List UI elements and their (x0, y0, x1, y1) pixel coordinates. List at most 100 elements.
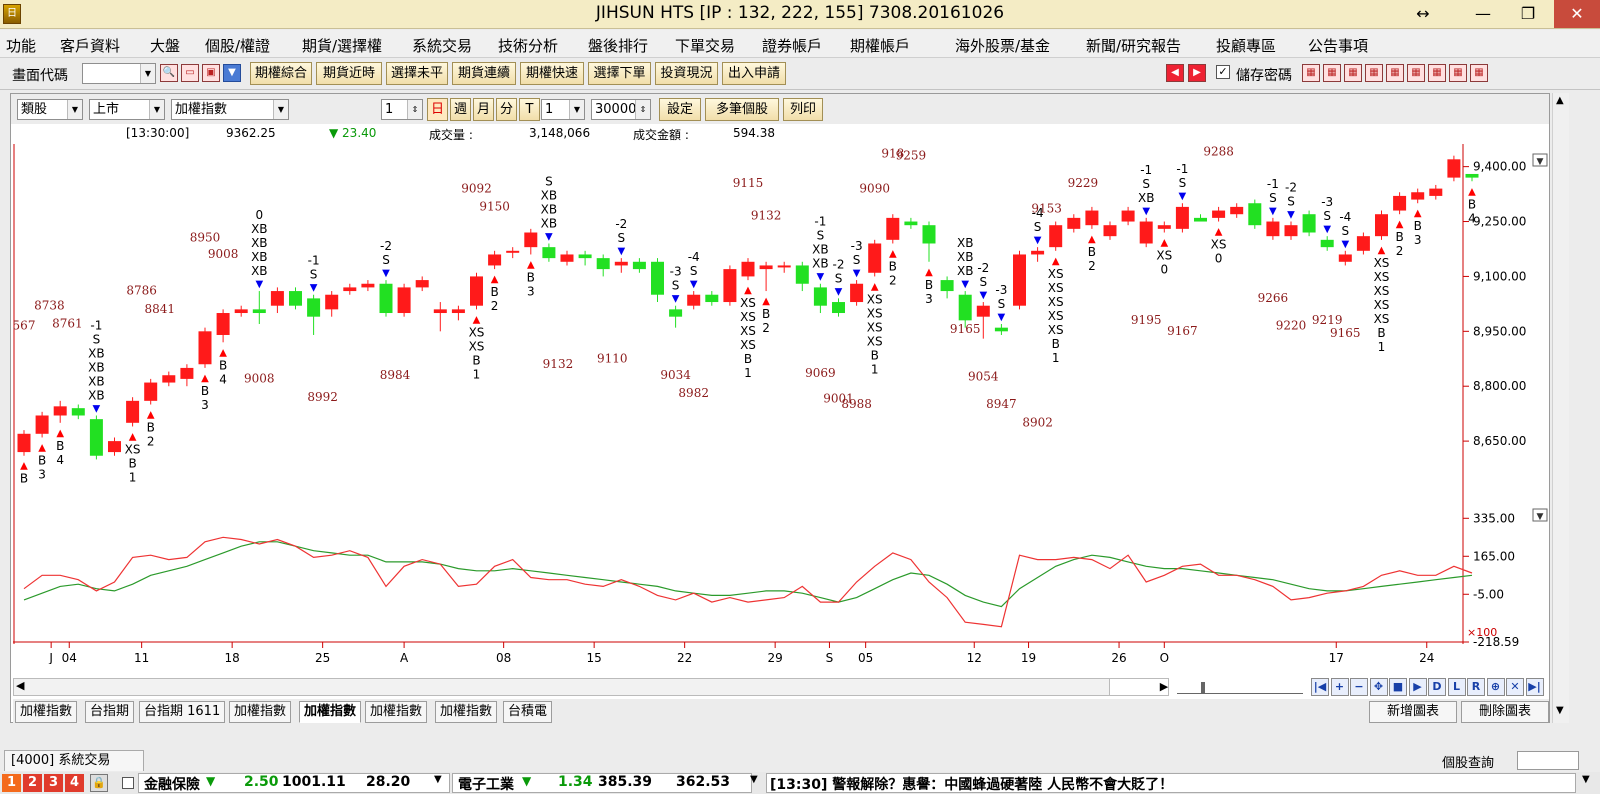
market-select[interactable]: 上市 ▼ (89, 99, 165, 120)
close-button[interactable]: ✕ (1554, 0, 1600, 28)
period-count-stepper[interactable]: 1 ⇕ (381, 99, 423, 120)
dropdown-icon[interactable]: ▼ (223, 64, 241, 82)
print-button[interactable]: 列印 (783, 98, 823, 121)
period-button-1[interactable]: 週 (450, 98, 471, 121)
menu-item-13[interactable]: 投顧專區 (1216, 35, 1276, 56)
nav-button-10[interactable]: ✕ (1506, 678, 1524, 696)
horizontal-scrollbar[interactable]: ◀ (13, 678, 1167, 696)
menu-item-5[interactable]: 系統交易 (412, 35, 472, 56)
toolbar-button-0[interactable]: 期權綜合 (250, 62, 312, 85)
tool-icon-0[interactable]: ▦ (1302, 64, 1320, 82)
tool-icon-6[interactable]: ▦ (1428, 64, 1446, 82)
ticker-page-2[interactable]: 2 (23, 774, 42, 792)
toolbar-button-5[interactable]: 選擇下單 (588, 62, 651, 85)
toolbar-button-1[interactable]: 期貨近時 (316, 62, 382, 85)
chevron-down-icon[interactable]: ▼ (434, 774, 442, 785)
period-button-2[interactable]: 月 (473, 98, 494, 121)
chart-tab-7[interactable]: 台積電 (503, 701, 553, 723)
menu-item-0[interactable]: 功能 (6, 35, 36, 56)
nav-button-7[interactable]: L (1447, 678, 1466, 696)
minimize-button[interactable]: — (1460, 0, 1506, 28)
menu-item-2[interactable]: 大盤 (150, 35, 180, 56)
status-tab[interactable]: [4000] 系統交易 (4, 750, 144, 771)
tool-icon-1[interactable]: ▦ (1323, 64, 1341, 82)
scroll-right-icon[interactable]: ▶ (1157, 678, 1171, 696)
ticker-page-4[interactable]: 4 (65, 774, 84, 792)
chart-tab-1[interactable]: 台指期 (85, 701, 135, 723)
restore-arrow-icon[interactable]: ↔ (1400, 0, 1446, 28)
chart-tab-3[interactable]: 加權指數 (229, 701, 292, 723)
lock-icon[interactable]: 🔒 (90, 774, 108, 792)
menu-item-4[interactable]: 期貨/選擇權 (302, 35, 382, 56)
tool-icon-4[interactable]: ▦ (1386, 64, 1404, 82)
menu-item-9[interactable]: 證券帳戶 (762, 35, 822, 56)
menu-item-6[interactable]: 技術分析 (498, 35, 558, 56)
chevron-down-icon[interactable]: ▼ (1582, 774, 1590, 785)
tool-icon-8[interactable]: ▦ (1470, 64, 1488, 82)
menu-item-7[interactable]: 盤後排行 (588, 35, 648, 56)
chevron-down-icon[interactable]: ▼ (750, 774, 758, 785)
toolbar-button-3[interactable]: 期貨連續 (452, 62, 516, 85)
chart-tab-5[interactable]: 加權指數 (365, 701, 428, 723)
delete-chart-button[interactable]: 刪除圖表 (1461, 701, 1549, 723)
search-icon[interactable]: 🔍 (160, 64, 178, 82)
multi-stock-button[interactable]: 多筆個股 (705, 98, 779, 121)
nav-button-4[interactable]: ■ (1389, 678, 1407, 696)
nav-button-9[interactable]: ⊕ (1486, 678, 1505, 696)
toolbar-button-4[interactable]: 期權快速 (520, 62, 584, 85)
nav-button-5[interactable]: ▶ (1408, 678, 1427, 696)
ticker-page-1[interactable]: 1 (2, 774, 21, 792)
nav-button-0[interactable]: |◀ (1311, 678, 1329, 696)
nav-button-1[interactable]: + (1330, 678, 1349, 696)
vertical-scrollbar[interactable]: ▲ ▼ (1552, 93, 1569, 723)
code-combo[interactable]: ▼ (82, 63, 156, 84)
tool-icon-7[interactable]: ▦ (1449, 64, 1467, 82)
menu-item-3[interactable]: 個股/權證 (205, 35, 270, 56)
bars-stepper[interactable]: 30000 ⇕ (591, 99, 651, 120)
period-button-4[interactable]: T (519, 98, 540, 121)
right-arrow-icon[interactable]: ▶ (1188, 64, 1206, 82)
save-icon[interactable]: ▣ (202, 64, 220, 82)
toolbar-button-2[interactable]: 選擇未平 (386, 62, 448, 85)
scroll-up-icon[interactable]: ▲ (1556, 95, 1564, 106)
toolbar-button-7[interactable]: 出入申請 (722, 62, 786, 85)
toolbar-button-6[interactable]: 投資現況 (655, 62, 718, 85)
zoom-slider[interactable] (1177, 680, 1303, 694)
nav-button-2[interactable]: − (1350, 678, 1368, 696)
new-chart-button[interactable]: 新增圖表 (1369, 701, 1457, 723)
buy-arrow-icon: ▲ (56, 428, 64, 439)
save-password-checkbox[interactable]: ✓ (1216, 65, 1230, 79)
chart-tab-2[interactable]: 台指期 1611 (139, 701, 226, 723)
nav-button-8[interactable]: R (1467, 678, 1485, 696)
left-arrow-icon[interactable]: ◀ (1166, 64, 1184, 82)
stock-query-input[interactable] (1517, 751, 1579, 770)
menu-item-14[interactable]: 公告事項 (1308, 35, 1368, 56)
period-button-0[interactable]: 日 (427, 98, 448, 121)
scroll-down-icon[interactable]: ▼ (1556, 705, 1564, 716)
menu-item-1[interactable]: 客戶資料 (60, 35, 120, 56)
tool-icon-2[interactable]: ▦ (1344, 64, 1362, 82)
menu-item-12[interactable]: 新聞/研究報告 (1086, 35, 1181, 56)
chart-tab-4[interactable]: 加權指數 (299, 701, 362, 723)
ticker-page-3[interactable]: 3 (44, 774, 63, 792)
category-select[interactable]: 類股 ▼ (17, 99, 83, 120)
period-button-3[interactable]: 分 (496, 98, 517, 121)
tool-icon-5[interactable]: ▦ (1407, 64, 1425, 82)
news-headline[interactable]: [13:30] 警報解除？惠譽：中國蜂過硬著陸 人民幣不會大貶了！ (770, 774, 1173, 794)
chart-tab-0[interactable]: 加權指數 (15, 701, 78, 723)
ticker-checkbox[interactable] (122, 777, 134, 789)
index-select[interactable]: 加權指數 ▼ (171, 99, 289, 120)
nav-button-11[interactable]: ▶| (1525, 678, 1544, 696)
nav-button-6[interactable]: D (1428, 678, 1446, 696)
menu-item-10[interactable]: 期權帳戶 (850, 35, 910, 56)
maximize-button[interactable]: ❐ (1505, 0, 1551, 28)
nav-button-3[interactable]: ✥ (1369, 678, 1388, 696)
minute-select[interactable]: 1 ▼ (541, 99, 585, 120)
menu-item-11[interactable]: 海外股票/基金 (955, 35, 1050, 56)
tool-icon-3[interactable]: ▦ (1365, 64, 1383, 82)
folder-icon[interactable]: ▭ (181, 64, 199, 82)
candlestick-chart[interactable]: 9,400.00 9,250.00 9,100.00 8,950.00 8,800.00… (13, 144, 1551, 664)
chart-tab-6[interactable]: 加權指數 (435, 701, 498, 723)
menu-item-8[interactable]: 下單交易 (675, 35, 735, 56)
settings-button[interactable]: 設定 (659, 98, 701, 121)
